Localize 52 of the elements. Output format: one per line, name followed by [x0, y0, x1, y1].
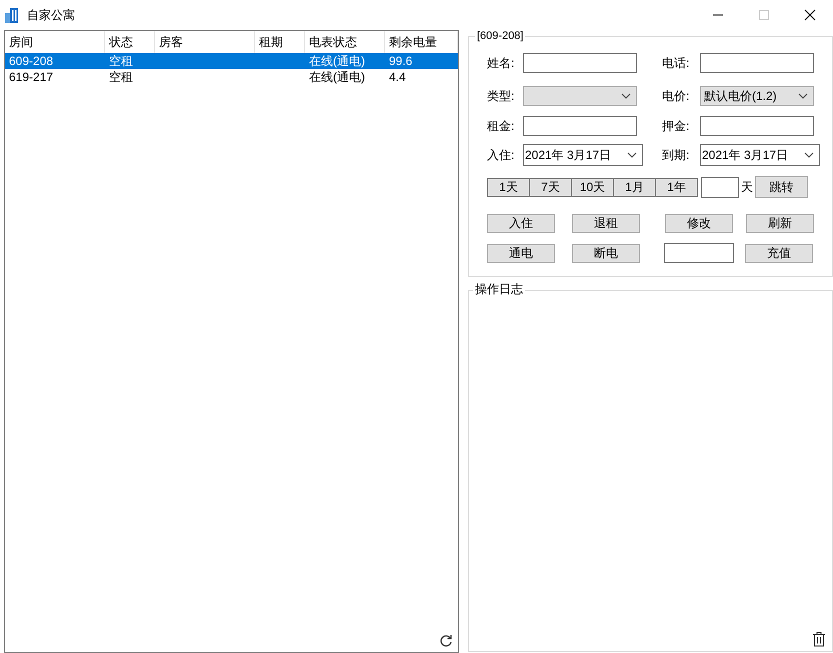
amount-field[interactable] [664, 243, 734, 263]
date-picker[interactable]: 2021年 3月17日 [700, 144, 820, 166]
action-button[interactable]: 通电 [487, 244, 555, 262]
action-button[interactable]: 入住 [487, 214, 555, 232]
field-label: 租金: [487, 118, 516, 134]
duration-button[interactable]: 10天 [571, 178, 614, 196]
date-picker[interactable]: 2021年 3月17日 [523, 144, 643, 166]
field-label: 电话: [662, 54, 690, 72]
trash-icon[interactable] [812, 631, 826, 647]
action-button[interactable]: 退租 [572, 214, 640, 232]
dropdown[interactable]: 默认电价(1.2) [700, 86, 814, 106]
jump-button[interactable]: 跳转 [755, 176, 808, 198]
refresh-icon[interactable] [439, 634, 453, 648]
table-row[interactable]: 619-217 空租 在线(通电) 4.4 [5, 69, 458, 85]
action-button[interactable]: 刷新 [746, 214, 814, 232]
text-field[interactable] [523, 53, 637, 73]
duration-button[interactable]: 1月 [613, 178, 656, 196]
field-label: 姓名: [487, 54, 516, 72]
table-cell-text: 空租 [108, 53, 134, 69]
text-field[interactable] [700, 116, 814, 136]
panel-title: [609-208] [475, 29, 526, 43]
table-cell-text: 空租 [108, 69, 134, 85]
duration-button[interactable]: 1天 [487, 178, 530, 196]
panel-title: 操作日志 [473, 282, 525, 296]
days-unit: 天 [741, 178, 753, 196]
text-field[interactable] [523, 116, 637, 136]
buildings-icon [5, 7, 19, 23]
caret-icon [627, 152, 637, 158]
field-label: 押金: [662, 118, 690, 134]
table-cell-text: 在线(通电) [308, 69, 366, 85]
table-row[interactable]: 609-208 空租 在线(通电) 99.6 [5, 53, 458, 69]
duration-button[interactable]: 1年 [655, 178, 698, 196]
window-title: 自家公寓 [27, 6, 75, 24]
action-button[interactable]: 修改 [665, 214, 733, 232]
field-label: 入住: [487, 146, 516, 164]
table-cell-text: 99.6 [388, 53, 414, 69]
table-cell-text: 4.4 [388, 69, 407, 85]
duration-button[interactable]: 7天 [529, 178, 572, 196]
field-label: 电价: [662, 88, 690, 104]
recharge-button[interactable]: 充值 [745, 244, 813, 262]
action-button[interactable]: 断电 [572, 244, 640, 262]
days-field[interactable] [701, 176, 739, 198]
table-cell-text: 619-217 [8, 69, 54, 85]
caret-icon [804, 152, 814, 158]
caret-icon [798, 93, 808, 99]
close-icon[interactable] [804, 9, 816, 21]
field-label: 类型: [487, 88, 516, 104]
table-cell-text: 在线(通电) [308, 53, 366, 69]
field-label: 到期: [662, 146, 690, 164]
text-field[interactable] [700, 53, 814, 73]
table-cell-text: 609-208 [8, 53, 54, 69]
caret-icon [621, 93, 631, 99]
